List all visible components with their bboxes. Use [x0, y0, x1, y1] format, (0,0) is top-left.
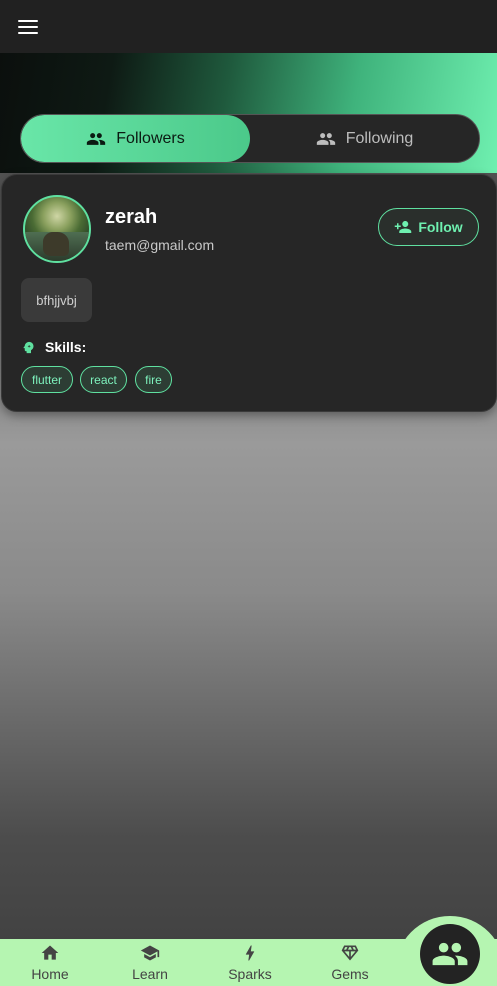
school-icon	[140, 945, 160, 961]
skill-chip: flutter	[21, 366, 73, 393]
diamond-icon	[341, 945, 359, 961]
skills-heading: Skills:	[21, 339, 86, 355]
tab-followers[interactable]: Followers	[21, 115, 250, 162]
user-name: zerah	[105, 206, 158, 228]
nav-item-sparks[interactable]: Sparks	[200, 939, 300, 986]
nav-home-label: Home	[31, 966, 69, 982]
group-icon	[87, 132, 106, 145]
tab-followers-label: Followers	[116, 129, 185, 147]
nav-sparks-label: Sparks	[228, 966, 272, 982]
group-icon	[316, 132, 335, 145]
app-bar	[0, 0, 497, 53]
menu-icon[interactable]	[17, 19, 39, 35]
nav-item-home[interactable]: Home	[0, 939, 100, 986]
user-email: taem@gmail.com	[105, 237, 215, 253]
person-add-icon	[395, 221, 412, 233]
skill-chip: fire	[135, 366, 172, 393]
follow-button[interactable]: Follow	[378, 208, 479, 246]
nav-gems-label: Gems	[331, 966, 369, 982]
skills-label: Skills:	[45, 339, 87, 355]
follow-tabs: Followers Following	[20, 114, 480, 163]
follow-button-label: Follow	[418, 219, 463, 235]
nav-item-gems[interactable]: Gems	[300, 939, 400, 986]
nav-learn-label: Learn	[132, 966, 168, 982]
bio-badge: bfhjjvbj	[21, 278, 92, 322]
people-icon	[432, 942, 468, 966]
skill-chip: react	[80, 366, 127, 393]
home-icon	[41, 945, 59, 960]
tab-following-label: Following	[345, 129, 414, 147]
bolt-icon	[245, 945, 255, 961]
avatar[interactable]	[23, 195, 91, 263]
tab-following[interactable]: Following	[250, 115, 479, 162]
psychology-icon	[23, 341, 34, 353]
nav-item-learn[interactable]: Learn	[100, 939, 200, 986]
people-fab[interactable]	[420, 924, 480, 984]
